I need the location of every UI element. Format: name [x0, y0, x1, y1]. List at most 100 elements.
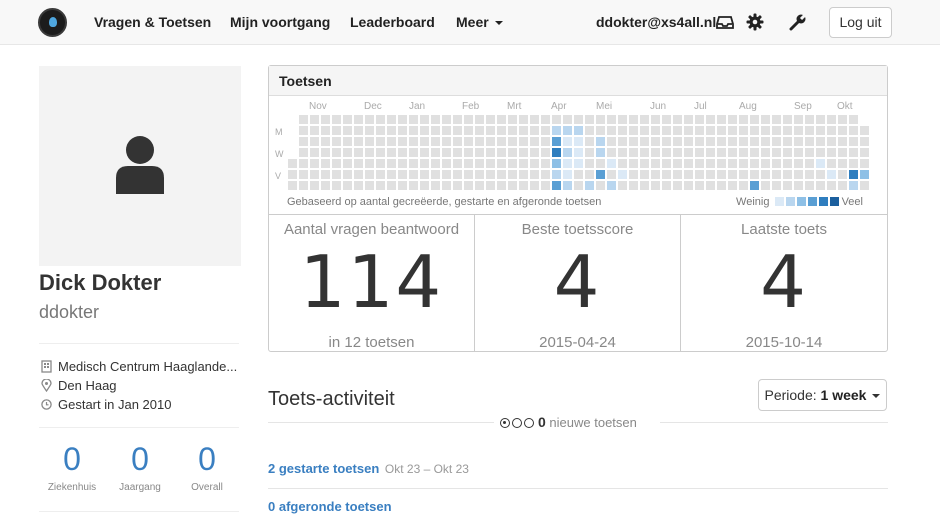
heatmap-cell[interactable] [486, 115, 495, 124]
heatmap-cell[interactable] [662, 115, 671, 124]
heatmap-cell[interactable] [816, 170, 825, 179]
heatmap-cell[interactable] [794, 170, 803, 179]
heatmap-cell[interactable] [706, 170, 715, 179]
heatmap-cell[interactable] [387, 170, 396, 179]
heatmap-cell[interactable] [354, 159, 363, 168]
heatmap-cell[interactable] [420, 115, 429, 124]
heatmap-cell[interactable] [387, 126, 396, 135]
heatmap-cell[interactable] [442, 159, 451, 168]
heatmap-cell[interactable] [442, 181, 451, 190]
heatmap-cell[interactable] [607, 137, 616, 146]
heatmap-cell[interactable] [530, 181, 539, 190]
heatmap-cell[interactable] [673, 115, 682, 124]
heatmap-cell[interactable] [684, 137, 693, 146]
heatmap-cell[interactable] [574, 115, 583, 124]
heatmap-cell[interactable] [816, 115, 825, 124]
heatmap-cell[interactable] [728, 181, 737, 190]
heatmap-cell[interactable] [629, 126, 638, 135]
nav-meer-dropdown[interactable]: Meer [456, 14, 503, 30]
heatmap-cell[interactable] [794, 115, 803, 124]
heatmap-cell[interactable] [497, 170, 506, 179]
app-logo-icon[interactable] [38, 8, 67, 37]
heatmap-cell[interactable] [772, 126, 781, 135]
heatmap-cell[interactable] [310, 115, 319, 124]
heatmap-cell[interactable] [783, 159, 792, 168]
heatmap-cell[interactable] [838, 181, 847, 190]
heatmap-cell[interactable] [453, 170, 462, 179]
heatmap-cell[interactable] [684, 170, 693, 179]
heatmap-cell[interactable] [321, 170, 330, 179]
heatmap-cell[interactable] [618, 126, 627, 135]
heatmap-cell[interactable] [486, 148, 495, 157]
heatmap-cell[interactable] [651, 170, 660, 179]
heatmap-cell[interactable] [618, 181, 627, 190]
heatmap-cell[interactable] [563, 148, 572, 157]
heatmap-cell[interactable] [849, 148, 858, 157]
heatmap-cell[interactable] [629, 137, 638, 146]
heatmap-cell[interactable] [849, 115, 858, 124]
heatmap-cell[interactable] [541, 170, 550, 179]
heatmap-cell[interactable] [310, 126, 319, 135]
heatmap-cell[interactable] [816, 126, 825, 135]
heatmap-cell[interactable] [321, 148, 330, 157]
heatmap-cell[interactable] [651, 159, 660, 168]
heatmap-cell[interactable] [695, 148, 704, 157]
heatmap-cell[interactable] [420, 148, 429, 157]
heatmap-cell[interactable] [332, 115, 341, 124]
heatmap-cell[interactable] [695, 170, 704, 179]
heatmap-cell[interactable] [772, 170, 781, 179]
heatmap-cell[interactable] [365, 159, 374, 168]
heatmap-cell[interactable] [728, 148, 737, 157]
heatmap-cell[interactable] [519, 170, 528, 179]
heatmap-cell[interactable] [376, 170, 385, 179]
heatmap-cell[interactable] [640, 170, 649, 179]
heatmap-cell[interactable] [849, 126, 858, 135]
heatmap-cell[interactable] [552, 148, 561, 157]
heatmap-cell[interactable] [640, 148, 649, 157]
heatmap-cell[interactable] [629, 170, 638, 179]
heatmap-cell[interactable] [838, 115, 847, 124]
heatmap-cell[interactable] [486, 159, 495, 168]
heatmap-cell[interactable] [772, 148, 781, 157]
heatmap-cell[interactable] [475, 181, 484, 190]
heatmap-cell[interactable] [607, 115, 616, 124]
heatmap-cell[interactable] [497, 148, 506, 157]
heatmap-cell[interactable] [739, 181, 748, 190]
heatmap-cell[interactable] [695, 181, 704, 190]
heatmap-cell[interactable] [607, 170, 616, 179]
heatmap-cell[interactable] [849, 159, 858, 168]
heatmap-cell[interactable] [376, 115, 385, 124]
heatmap-cell[interactable] [321, 126, 330, 135]
heatmap-cell[interactable] [838, 159, 847, 168]
heatmap-cell[interactable] [552, 126, 561, 135]
heatmap-cell[interactable] [805, 148, 814, 157]
heatmap-cell[interactable] [684, 159, 693, 168]
heatmap-cell[interactable] [640, 126, 649, 135]
heatmap-cell[interactable] [376, 137, 385, 146]
heatmap-cell[interactable] [530, 115, 539, 124]
heatmap-cell[interactable] [563, 170, 572, 179]
heatmap-cell[interactable] [750, 170, 759, 179]
heatmap-cell[interactable] [761, 159, 770, 168]
heatmap-cell[interactable] [299, 181, 308, 190]
heatmap-cell[interactable] [574, 126, 583, 135]
heatmap-cell[interactable] [453, 115, 462, 124]
heatmap-cell[interactable] [728, 137, 737, 146]
heatmap-cell[interactable] [475, 148, 484, 157]
heatmap-cell[interactable] [574, 137, 583, 146]
heatmap-cell[interactable] [651, 126, 660, 135]
heatmap-cell[interactable] [354, 170, 363, 179]
heatmap-cell[interactable] [574, 181, 583, 190]
heatmap-cell[interactable] [673, 159, 682, 168]
heatmap-cell[interactable] [860, 137, 869, 146]
nav-mijn-voortgang[interactable]: Mijn voortgang [230, 14, 330, 30]
heatmap-cell[interactable] [607, 181, 616, 190]
heatmap-cell[interactable] [508, 170, 517, 179]
heatmap-cell[interactable] [332, 126, 341, 135]
heatmap-cell[interactable] [288, 159, 297, 168]
heatmap-cell[interactable] [475, 126, 484, 135]
heatmap-cell[interactable] [673, 170, 682, 179]
heatmap-cell[interactable] [651, 115, 660, 124]
heatmap-cell[interactable] [508, 148, 517, 157]
heatmap-cell[interactable] [596, 181, 605, 190]
